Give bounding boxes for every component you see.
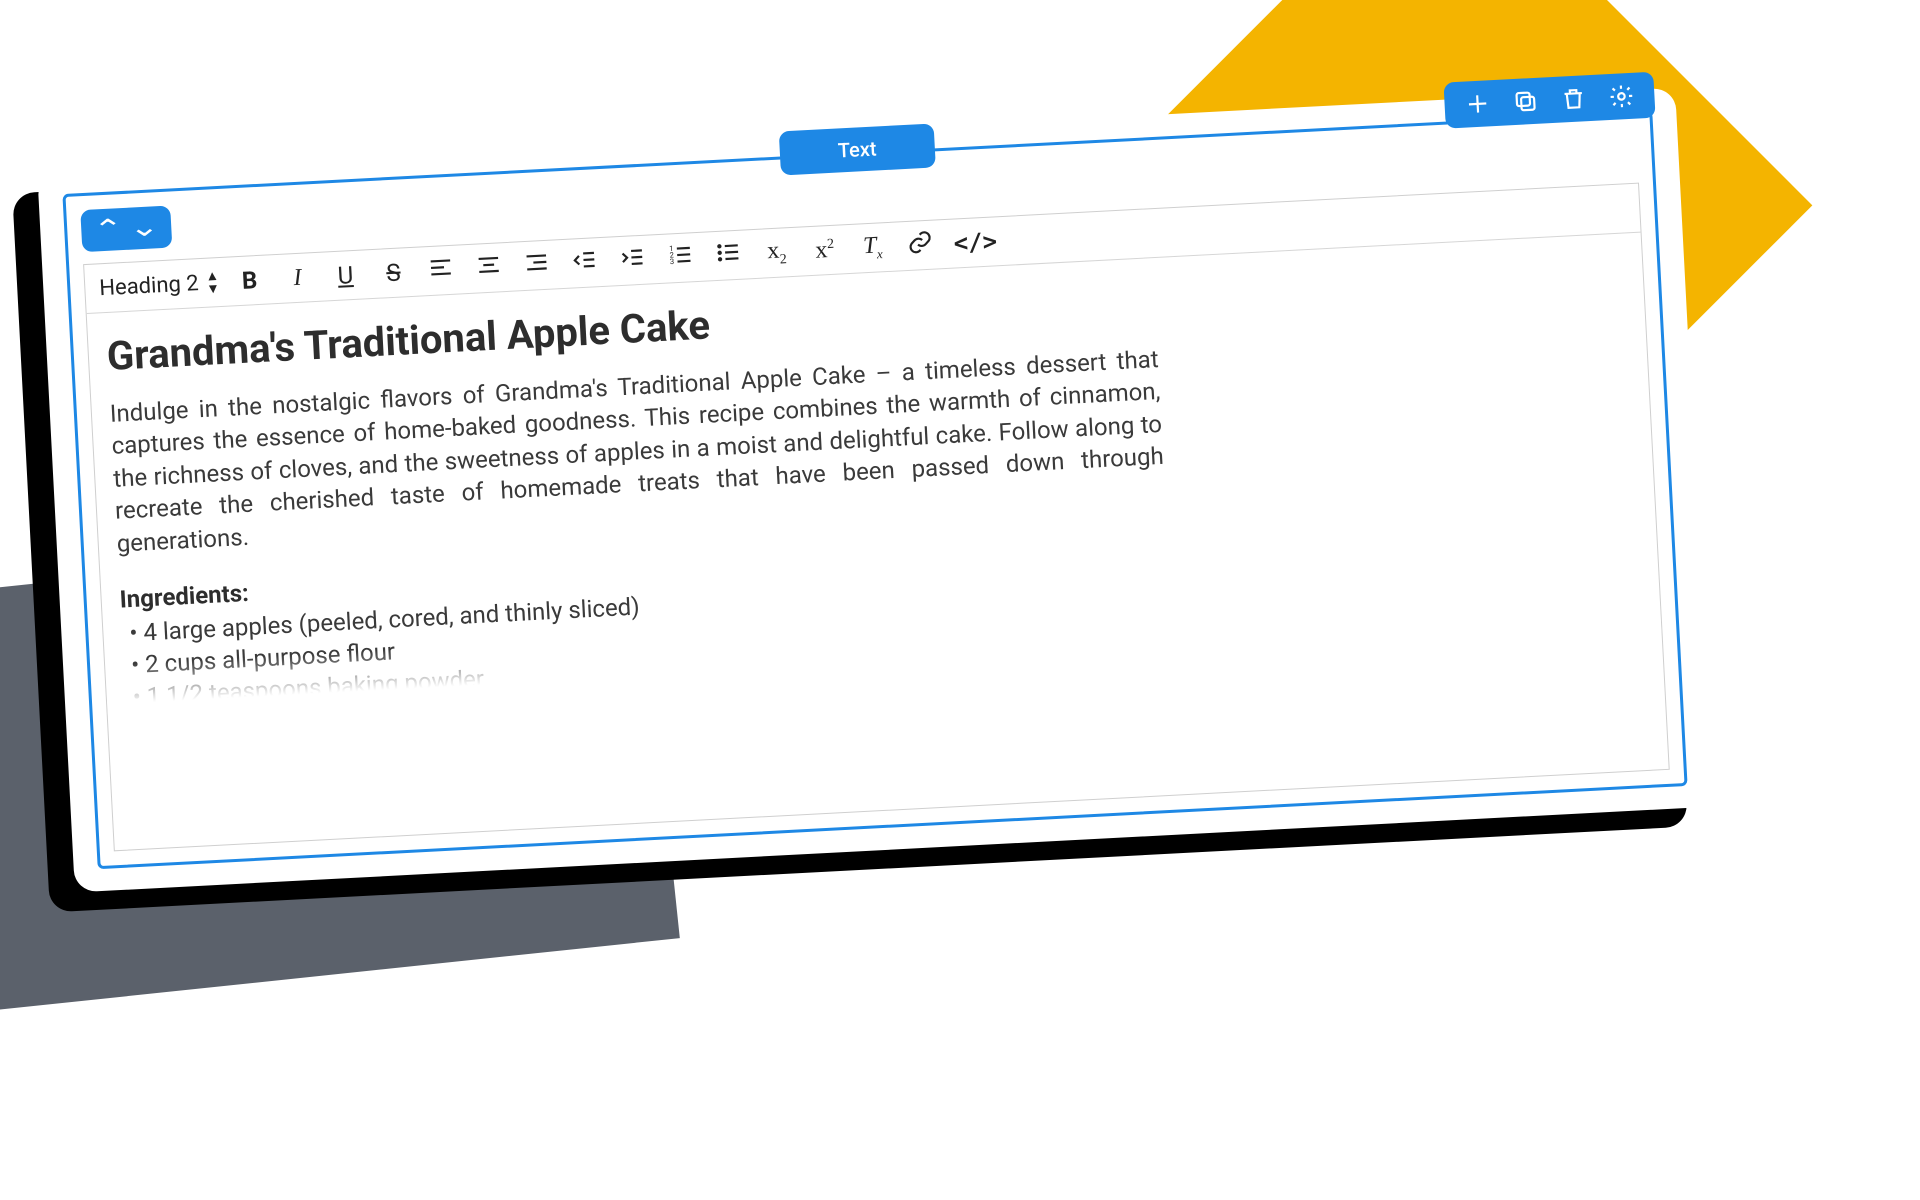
svg-text:3: 3: [670, 257, 675, 266]
align-center-button[interactable]: [473, 251, 505, 285]
editor-content[interactable]: Grandma's Traditional Apple Cake Indulge…: [87, 233, 1662, 715]
strikethrough-button[interactable]: S: [378, 258, 409, 288]
document-intro-paragraph: Indulge in the nostalgic flavors of Gran…: [109, 343, 1166, 560]
editor-card: Text ⌃ ⌄ Heading 2 ▴▾ B I U S: [37, 88, 1712, 893]
copy-icon: [1512, 88, 1539, 115]
heading-select-label: Heading 2: [99, 271, 200, 301]
add-block-button[interactable]: [1464, 90, 1491, 117]
move-block-buttons: ⌃ ⌄: [80, 206, 172, 253]
ordered-list-button[interactable]: 123: [665, 241, 697, 275]
heading-format-select[interactable]: Heading 2 ▴▾: [99, 269, 218, 301]
align-left-button[interactable]: [426, 254, 458, 288]
outdent-icon: [571, 246, 598, 273]
block-actions-bar: [1443, 72, 1655, 129]
indent-icon: [619, 244, 646, 271]
rich-text-editor: Heading 2 ▴▾ B I U S: [83, 183, 1670, 852]
align-center-icon: [475, 251, 502, 278]
bold-button[interactable]: B: [234, 266, 265, 296]
duplicate-block-button[interactable]: [1512, 88, 1539, 115]
link-icon: [907, 229, 934, 256]
trash-icon: [1560, 85, 1587, 112]
outdent-button[interactable]: [569, 246, 601, 280]
sort-icon: ▴▾: [208, 269, 217, 295]
plus-icon: [1464, 90, 1491, 117]
move-up-button[interactable]: ⌃: [92, 216, 124, 244]
clear-format-button[interactable]: Tx: [857, 232, 889, 263]
align-left-icon: [428, 254, 455, 281]
align-right-button[interactable]: [521, 249, 553, 283]
link-button[interactable]: [905, 229, 937, 263]
code-button[interactable]: </>: [953, 228, 984, 258]
move-down-button[interactable]: ⌄: [128, 214, 160, 242]
unordered-list-button[interactable]: [713, 239, 745, 273]
block-type-tab[interactable]: Text: [779, 123, 936, 175]
subscript-button[interactable]: x2: [761, 237, 793, 269]
unordered-list-icon: [715, 239, 742, 266]
underline-button[interactable]: U: [330, 261, 361, 291]
delete-block-button[interactable]: [1560, 85, 1587, 112]
gear-icon: [1608, 83, 1635, 110]
ordered-list-icon: 123: [667, 241, 694, 268]
italic-button[interactable]: I: [282, 264, 313, 293]
superscript-button[interactable]: x2: [809, 236, 840, 265]
text-block: Text ⌃ ⌄ Heading 2 ▴▾ B I U S: [62, 111, 1687, 869]
align-right-icon: [523, 249, 550, 276]
settings-block-button[interactable]: [1608, 83, 1635, 110]
indent-button[interactable]: [617, 244, 649, 278]
